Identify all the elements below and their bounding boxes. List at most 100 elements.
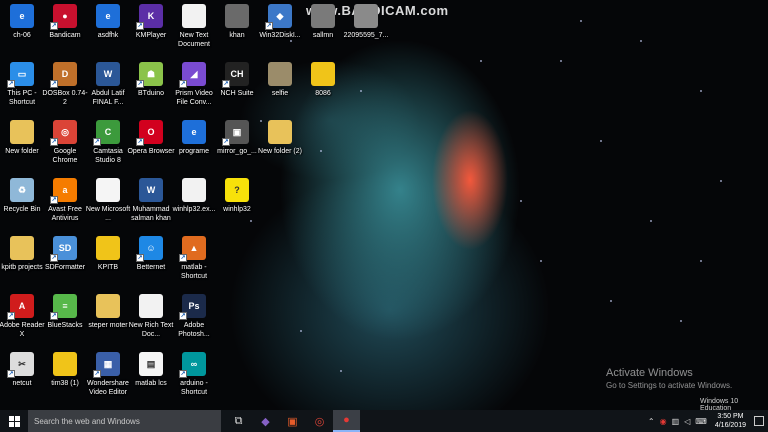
desktop-icon[interactable]: ☺ ↗ Betternet [129, 236, 173, 272]
desktop-icon[interactable]: e programe [172, 120, 216, 156]
desktop-icon-label: This PC - Shortcut [7, 90, 37, 106]
shortcut-arrow-icon: ↗ [7, 312, 15, 320]
desktop-icon[interactable]: ≡ ↗ BlueStacks [43, 294, 87, 330]
desktop-icon[interactable]: ▦ ↗ Wondershare Video Editor [86, 352, 130, 397]
desktop-icon[interactable]: e ch-06 [0, 4, 44, 40]
this-pc-icon: ▭ ↗ [7, 62, 34, 88]
desktop-icon[interactable]: ✂ ↗ netcut [0, 352, 44, 388]
arduino-icon: ∞ ↗ [179, 352, 206, 378]
bluestacks-icon: ≡ ↗ [50, 294, 77, 320]
desktop-icon[interactable]: Ps ↗ Adobe Photosh... [172, 294, 216, 339]
desktop-icon[interactable]: K ↗ KMPlayer [129, 4, 173, 40]
visual-studio-button[interactable]: ◆ [252, 410, 279, 432]
desktop-icon-label: New Microsoft ... [85, 206, 131, 222]
desktop-icon[interactable]: New folder [0, 120, 44, 156]
desktop-icon[interactable]: ◢ ↗ Prism Video File Conv... [172, 62, 216, 107]
desktop-icon-label: Avast Free Antivirus [48, 206, 82, 222]
desktop-icon[interactable]: SD ↗ SDFormatter [43, 236, 87, 272]
desktop-icon[interactable]: ● ↗ Bandicam [43, 4, 87, 40]
desktop-icon-label: asdfhk [97, 32, 119, 39]
start-button[interactable] [0, 410, 28, 432]
word-document-icon: W [96, 62, 120, 86]
desktop-icon-label: ch-06 [13, 32, 31, 39]
desktop-icon[interactable]: 22095595_7... [344, 4, 388, 40]
desktop-icon-label: 8086 [315, 90, 331, 97]
desktop-icon[interactable]: ∞ ↗ arduino - Shortcut [172, 352, 216, 397]
volume-icon[interactable]: ◁ [684, 417, 690, 426]
shortcut-arrow-icon: ↗ [179, 312, 187, 320]
kmplayer-icon: K ↗ [136, 4, 163, 30]
windows-logo-icon [8, 415, 20, 427]
desktop-icon[interactable]: steper moter [86, 294, 130, 330]
clock-date: 4/16/2019 [714, 422, 746, 429]
keyboard-icon[interactable]: ⌨ [695, 417, 707, 426]
desktop-icon-label: NCH Suite [220, 90, 254, 97]
desktop-icon-label: 22095595_7... [343, 32, 389, 39]
desktop-icon[interactable]: A ↗ Adobe Reader X [0, 294, 45, 339]
opera-icon: O ↗ [136, 120, 163, 146]
desktop-icon[interactable]: ▭ ↗ This PC - Shortcut [0, 62, 44, 107]
desktop-icon[interactable]: CH ↗ NCH Suite [215, 62, 259, 98]
desktop-icon[interactable]: tim38 (1) [43, 352, 87, 388]
record-icon[interactable]: ◉ [660, 417, 667, 426]
desktop-icon[interactable]: ☗ ↗ BTduino [129, 62, 173, 98]
desktop-icon[interactable]: D ↗ DOSBox 0.74-2 [42, 62, 88, 107]
btduino-icon: ☗ ↗ [136, 62, 163, 88]
desktop-icon[interactable]: O ↗ Opera Browser [127, 120, 175, 156]
desktop-icon-label: Bandicam [49, 32, 81, 39]
clock-time: 3:50 PM [717, 413, 744, 420]
network-icon[interactable]: ▥ [672, 417, 680, 426]
desktop-icon[interactable]: ▣ ↗ mirror_go_... [215, 120, 259, 156]
desktop-icon[interactable]: New Microsoft ... [86, 178, 130, 223]
desktop-icon[interactable]: W Muhammad salman khan [129, 178, 173, 223]
camtasia-icon: C ↗ [93, 120, 120, 146]
matlab-icon: ▲ ↗ [179, 236, 206, 262]
shortcut-arrow-icon: ↗ [50, 254, 58, 262]
desktop-icon[interactable]: ? winhlp32 [215, 178, 259, 214]
desktop-icon[interactable]: C ↗ Camtasia Studio 8 [86, 120, 130, 165]
desktop-icon[interactable]: kpitb projects [0, 236, 44, 272]
pdf-edge-icon: e [10, 4, 34, 28]
chrome-button[interactable]: ◎ [306, 410, 333, 432]
shortcut-arrow-icon: ↗ [50, 196, 58, 204]
task-view-button[interactable]: ⧉ [225, 410, 252, 432]
desktop-icon[interactable]: W Abdul Latif FINAL F... [86, 62, 130, 107]
desktop-icon[interactable]: e asdfhk [86, 4, 130, 40]
chevron-up-icon[interactable]: ⌃ [648, 417, 655, 426]
desktop-icon-label: Opera Browser [127, 148, 175, 155]
shortcut-arrow-icon: ↗ [136, 254, 144, 262]
chrome-icon: ◎ [314, 415, 325, 428]
notifications-button[interactable] [754, 416, 764, 426]
desktop-icon[interactable]: ▲ ↗ matlab - Shortcut [172, 236, 216, 281]
desktop-icon[interactable]: a ↗ Avast Free Antivirus [43, 178, 87, 223]
desktop-icon[interactable]: 8086 [301, 62, 345, 98]
desktop-icon[interactable]: ◎ ↗ Google Chrome [43, 120, 87, 165]
desktop-icon[interactable]: New Rich Text Doc... [129, 294, 173, 339]
tray-icons: ⌃ ◉ ▥ ◁ ⌨ [648, 417, 707, 426]
bandicam-button[interactable]: ● [333, 410, 360, 432]
desktop-icon[interactable]: khan [215, 4, 259, 40]
shortcut-arrow-icon: ↗ [50, 80, 58, 88]
shortcut-arrow-icon: ↗ [265, 22, 273, 30]
desktop-icon[interactable]: winhlp32.ex... [172, 178, 216, 214]
desktop-icon[interactable]: selfie [258, 62, 302, 98]
desktop-icon-label: Recycle Bin [3, 206, 41, 213]
desktop-icon[interactable]: New folder (2) [258, 120, 302, 156]
desktop-icon[interactable]: KPITB [86, 236, 130, 272]
shortcut-arrow-icon: ↗ [179, 80, 187, 88]
office-button[interactable]: ▣ [279, 410, 306, 432]
desktop-icon-label: Google Chrome [52, 148, 78, 164]
desktop-icon[interactable]: ▤ matlab lcs [129, 352, 173, 388]
desktop-icon[interactable]: sallmn [301, 4, 345, 40]
taskbar-clock[interactable]: 3:50 PM 4/16/2019 [715, 412, 746, 430]
desktop-icon[interactable]: New Text Document [172, 4, 216, 49]
desktop-icon[interactable]: ◆ ↗ Win32DiskI... [258, 4, 302, 40]
taskbar-search-input[interactable]: Search the web and Windows [28, 410, 221, 432]
mirror-go-icon: ▣ ↗ [222, 120, 249, 146]
desktop-icon-label: New folder [5, 148, 39, 155]
zip-folder-icon [53, 352, 77, 376]
desktop-icon[interactable]: ♻ Recycle Bin [0, 178, 44, 214]
shortcut-arrow-icon: ↗ [222, 80, 230, 88]
rich-text-document-icon [139, 294, 163, 318]
word-document-icon: W [139, 178, 163, 202]
